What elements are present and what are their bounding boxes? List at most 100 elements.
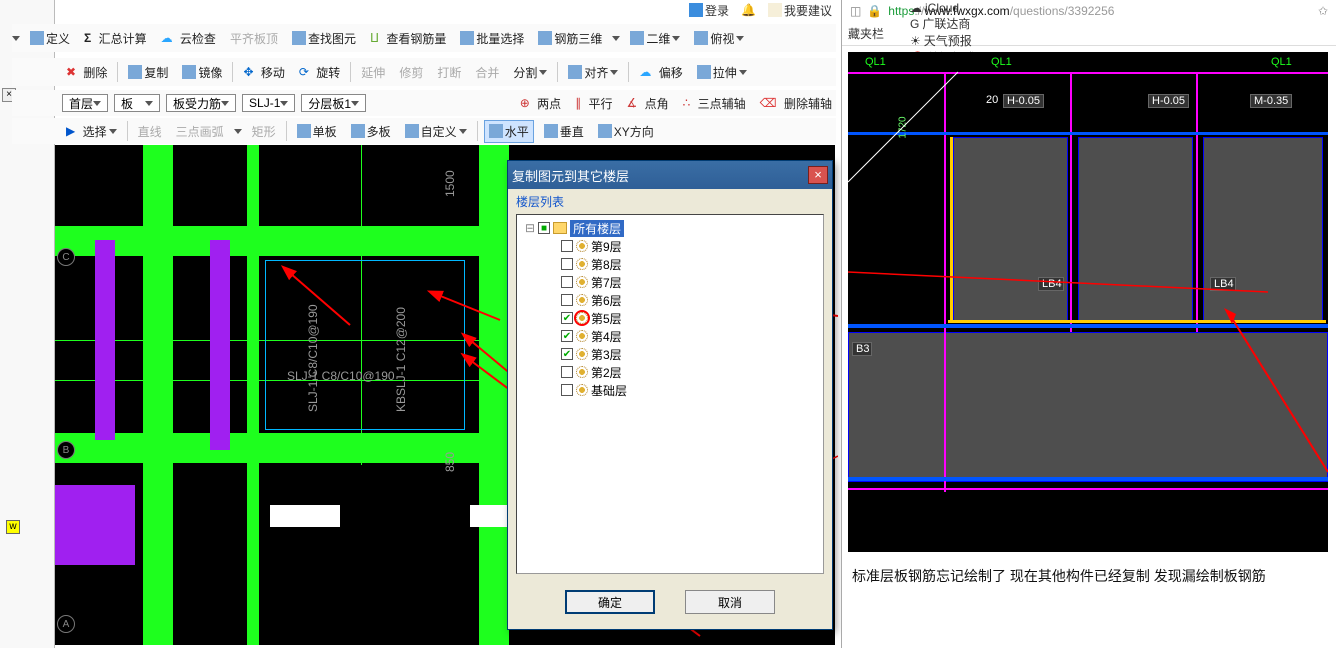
checkbox[interactable]: ✔ [561, 330, 573, 342]
tree-header: 楼层列表 [508, 189, 832, 214]
tree-item[interactable]: 第6层 [521, 291, 819, 309]
menu-caret-icon[interactable] [612, 36, 620, 41]
bookmark-item[interactable]: G广联达商 [910, 15, 976, 32]
axis-bubble: B [57, 441, 75, 459]
axis-bubble: C [57, 248, 75, 266]
copy-to-floors-dialog: 复制图元到其它楼层 × 楼层列表 ⊟ ■ 所有楼层 第9层第8层第7层第6层✔第… [507, 160, 833, 630]
trim-button: 修剪 [395, 62, 427, 83]
close-icon[interactable]: × [808, 166, 828, 184]
page-caption: 标准层板钢筋忘记绘制了 现在其他构件已经复制 发现漏绘制板钢筋 [842, 558, 1336, 594]
layer-select[interactable]: 分层板1 [301, 94, 366, 112]
bookmark-item[interactable]: ☀天气预报 [910, 32, 976, 49]
delete-button[interactable]: ✖ 删除 [62, 62, 111, 83]
bookmark-icon: G [910, 17, 919, 31]
align-button[interactable]: 对齐 [564, 62, 622, 83]
bell-icon[interactable]: 🔔 [737, 2, 760, 18]
rebar-label: SLJ-1 C8/C10@190 [287, 369, 395, 383]
checkbox[interactable]: ✔ [561, 312, 573, 324]
checkbox[interactable] [561, 276, 573, 288]
split-button[interactable]: 分割 [509, 62, 551, 83]
cloudcheck-button[interactable]: ☁ 云检查 [157, 28, 220, 49]
vert-button[interactable]: 垂直 [540, 121, 588, 142]
move-button[interactable]: ✥ 移动 [239, 62, 288, 83]
checkbox[interactable] [561, 240, 573, 252]
subcat-select[interactable]: 板受力筋 [166, 94, 236, 112]
cancel-button[interactable]: 取消 [685, 590, 775, 614]
tree-label: 第8层 [591, 256, 622, 273]
suggest-link[interactable]: 我要建议 [764, 1, 836, 20]
tree-root[interactable]: ⊟ ■ 所有楼层 [521, 219, 819, 237]
tree-item[interactable]: ✔第4层 [521, 327, 819, 345]
threeaux-button[interactable]: ∴ 三点辅轴 [679, 93, 750, 114]
viewrebar-button[interactable]: ⵡ 查看钢筋量 [366, 28, 450, 49]
line-tool: 直线 [134, 121, 166, 142]
ok-button[interactable]: 确定 [565, 590, 655, 614]
gear-icon [576, 240, 588, 252]
boards-icon [351, 124, 365, 138]
batchsel-button[interactable]: 批量选择 [456, 28, 528, 49]
login-link[interactable]: 登录 [685, 1, 733, 20]
caret-icon[interactable] [234, 129, 242, 134]
tree-item[interactable]: 第9层 [521, 237, 819, 255]
white-marker [470, 505, 510, 527]
chat-icon [768, 3, 782, 17]
parallel-button[interactable]: ∥ 平行 [571, 93, 616, 114]
rect-tool: 矩形 [248, 121, 280, 142]
rebar-label: KBSLJ-1 C12@200 [394, 307, 408, 412]
gear-icon [576, 330, 588, 342]
checkbox[interactable] [561, 294, 573, 306]
gear-icon [576, 258, 588, 270]
horiz-button[interactable]: 水平 [484, 120, 534, 143]
findunit-button[interactable]: 查找图元 [288, 28, 360, 49]
offset-button[interactable]: ☁ 偏移 [635, 62, 686, 83]
xy-icon [598, 124, 612, 138]
tree-item[interactable]: ✔第3层 [521, 345, 819, 363]
rebar3d-button[interactable]: 钢筋三维 [534, 28, 606, 49]
rotate-button[interactable]: ⟳ 旋转 [295, 62, 344, 83]
break-button: 打断 [433, 62, 465, 83]
floor-tree[interactable]: ⊟ ■ 所有楼层 第9层第8层第7层第6层✔第5层✔第4层✔第3层第2层基础层 [516, 214, 824, 574]
merge-button: 合并 [471, 62, 503, 83]
xy-button[interactable]: XY方向 [594, 121, 658, 142]
tree-item[interactable]: 第8层 [521, 255, 819, 273]
bookmark-item[interactable]: 藏夹栏 [848, 25, 884, 42]
user-icon [689, 3, 703, 17]
singleboard-button[interactable]: 单板 [293, 121, 341, 142]
define-button[interactable]: 定义 [26, 28, 74, 49]
eye-icon [694, 31, 708, 45]
code-select[interactable]: SLJ-1 [242, 94, 295, 112]
bookmark-item[interactable]: ☁iCloud [910, 1, 976, 15]
tree-item[interactable]: 第2层 [521, 363, 819, 381]
tree-label: 第7层 [591, 274, 622, 291]
category-select[interactable]: 板 [114, 94, 160, 112]
multiboard-button[interactable]: 多板 [347, 121, 395, 142]
twopoint-button[interactable]: ⊕ 两点 [516, 93, 565, 114]
checkbox[interactable] [561, 366, 573, 378]
menu-caret-icon[interactable] [12, 36, 20, 41]
persp-button[interactable]: 俯视 [690, 28, 748, 49]
stretch-button[interactable]: 拉伸 [693, 62, 751, 83]
mirror-button[interactable]: 镜像 [178, 62, 226, 83]
extend-button: 延伸 [357, 62, 389, 83]
checkbox[interactable] [561, 258, 573, 270]
folder-icon [553, 222, 567, 234]
bookmark-star-icon[interactable]: ✩ [1318, 4, 1328, 18]
warn-icon[interactable]: w [6, 520, 20, 534]
sumcalc-button[interactable]: Σ 汇总计算 [80, 28, 151, 49]
copy-button[interactable]: 复制 [124, 62, 172, 83]
checkbox[interactable]: ■ [538, 222, 550, 234]
checkbox[interactable]: ✔ [561, 348, 573, 360]
tree-item[interactable]: 基础层 [521, 381, 819, 399]
view2d-button[interactable]: 二维 [626, 28, 684, 49]
leveltop-button: 平齐板顶 [226, 28, 282, 49]
select-tool[interactable]: ▶ 选择 [62, 121, 121, 142]
delaux-button[interactable]: ⌫ 删除辅轴 [756, 93, 836, 114]
tree-item[interactable]: 第7层 [521, 273, 819, 291]
tree-item[interactable]: ✔第5层 [521, 309, 819, 327]
custom-button[interactable]: 自定义 [401, 121, 471, 142]
floor-select[interactable]: 首层 [62, 94, 108, 112]
checkbox[interactable] [561, 384, 573, 396]
ptangle-button[interactable]: ∡ 点角 [623, 93, 673, 114]
shield-icon: ◫ [850, 4, 861, 18]
gear-icon [576, 384, 588, 396]
